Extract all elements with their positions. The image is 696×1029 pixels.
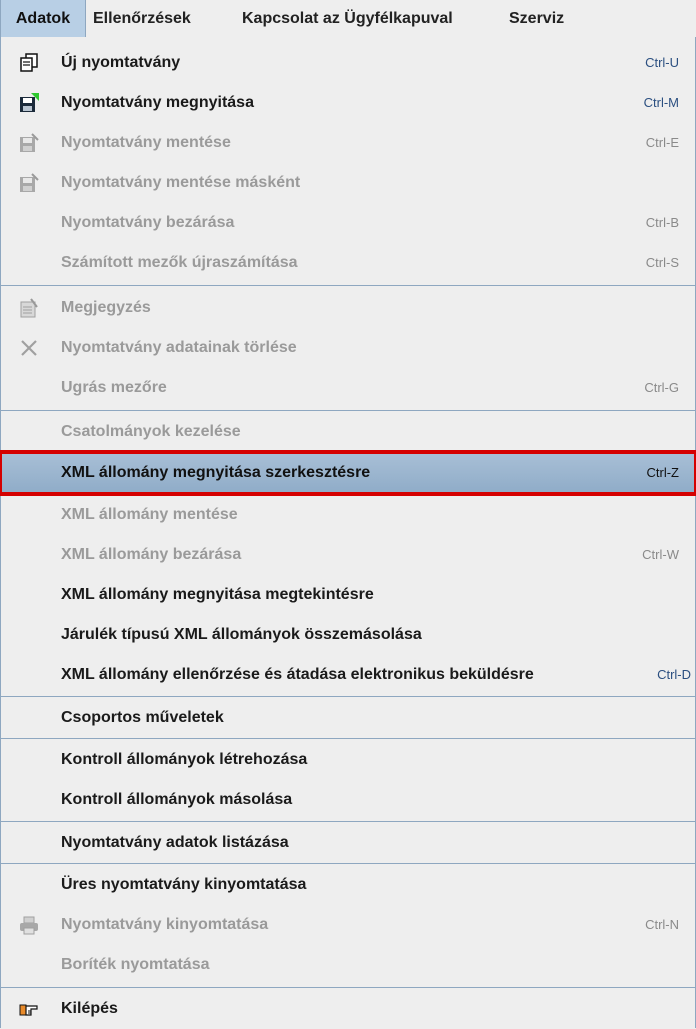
menu-item-close-form[interactable]: Nyomtatvány bezárása Ctrl-B — [1, 203, 695, 243]
menu-item-label: Nyomtatvány mentése másként — [61, 174, 301, 191]
menu-item-label: Nyomtatvány mentése — [61, 134, 231, 151]
menu-separator — [1, 821, 695, 822]
menu-item-print-form[interactable]: Nyomtatvány kinyomtatása Ctrl-N — [1, 905, 695, 945]
menu-bar: Adatok Ellenőrzések Kapcsolat az Ügyfélk… — [0, 0, 696, 38]
menu-separator — [1, 987, 695, 988]
menu-item-save-as[interactable]: Nyomtatvány mentése másként — [1, 163, 695, 203]
shortcut: Ctrl-G — [644, 380, 679, 395]
menu-item-label: Számított mezők újraszámítása — [61, 254, 298, 271]
menu-item-label: Csoportos műveletek — [61, 709, 224, 726]
menu-item-xml-open-edit[interactable]: XML állomány megnyitása szerkesztésre Ct… — [0, 450, 696, 496]
menu-separator — [1, 738, 695, 739]
menu-separator — [1, 863, 695, 864]
menu-item-print-empty-form[interactable]: Üres nyomtatvány kinyomtatása — [1, 865, 695, 905]
delete-icon — [21, 340, 37, 356]
shortcut: Ctrl-U — [645, 55, 679, 70]
menu-item-list-form-data[interactable]: Nyomtatvány adatok listázása — [1, 823, 695, 863]
menu-item-control-create[interactable]: Kontroll állományok létrehozása — [1, 740, 695, 780]
menu-separator — [1, 410, 695, 411]
menu-item-label: Kontroll állományok másolása — [61, 791, 293, 808]
menu-item-label: Csatolmányok kezelése — [61, 423, 241, 440]
menu-item-note[interactable]: Megjegyzés — [1, 288, 695, 328]
menu-adatok[interactable]: Adatok — [0, 0, 86, 38]
open-form-icon — [20, 93, 39, 112]
shortcut: Ctrl-M — [643, 95, 679, 110]
shortcut: Ctrl-N — [645, 917, 679, 932]
menu-item-xml-save[interactable]: XML állomány mentése — [1, 495, 695, 535]
menu-item-exit[interactable]: Kilépés — [1, 989, 695, 1029]
menu-item-batch-operations[interactable]: Csoportos műveletek — [1, 698, 695, 738]
menu-item-label: Nyomtatvány adatok listázása — [61, 834, 289, 851]
menu-item-label: XML állomány mentése — [61, 506, 238, 523]
menu-separator — [1, 696, 695, 697]
exit-hand-icon — [19, 1004, 38, 1016]
menu-item-label: Járulék típusú XML állományok összemásol… — [61, 626, 422, 643]
menu-item-xml-merge[interactable]: Járulék típusú XML állományok összemásol… — [1, 615, 695, 655]
menu-item-label: Nyomtatvány kinyomtatása — [61, 916, 269, 933]
menu-ellenorzesek[interactable]: Ellenőrzések — [93, 0, 191, 37]
menu-item-label: Kontroll állományok létrehozása — [61, 751, 308, 768]
menu-item-attachments[interactable]: Csatolmányok kezelése — [1, 412, 695, 452]
shortcut: Ctrl-W — [642, 547, 679, 562]
menu-separator — [1, 285, 695, 286]
printer-icon — [20, 916, 38, 935]
menu-item-print-envelope[interactable]: Boríték nyomtatása — [1, 945, 695, 985]
shortcut: Ctrl-D — [657, 667, 691, 682]
menu-item-goto-field[interactable]: Ugrás mezőre Ctrl-G — [1, 368, 695, 408]
menu-item-open-form[interactable]: Nyomtatvány megnyitása Ctrl-M — [1, 83, 695, 123]
menu-item-recalculate[interactable]: Számított mezők újraszámítása Ctrl-S — [1, 243, 695, 283]
menu-item-xml-close[interactable]: XML állomány bezárása Ctrl-W — [1, 535, 695, 575]
menu-item-label: Új nyomtatvány — [61, 54, 181, 71]
menu-separator — [1, 451, 695, 452]
menu-item-label: Boríték nyomtatása — [61, 956, 210, 973]
shortcut: Ctrl-S — [645, 255, 679, 270]
menu-item-control-copy[interactable]: Kontroll állományok másolása — [1, 780, 695, 820]
save-as-icon — [20, 173, 39, 192]
save-form-icon — [20, 133, 39, 152]
menu-item-label: Nyomtatvány megnyitása — [61, 94, 254, 111]
menu-item-save-form[interactable]: Nyomtatvány mentése Ctrl-E — [1, 123, 695, 163]
shortcut: Ctrl-B — [645, 215, 679, 230]
menu-kapcsolat-ugyfelkapu[interactable]: Kapcsolat az Ügyfélkapuval — [242, 0, 453, 37]
menu-item-label: Üres nyomtatvány kinyomtatása — [61, 876, 307, 893]
adatok-dropdown-menu: Új nyomtatvány Ctrl-U Nyomtatvány megnyi… — [0, 37, 696, 1028]
menu-item-new-form[interactable]: Új nyomtatvány Ctrl-U — [1, 43, 695, 83]
menu-szerviz[interactable]: Szerviz — [509, 0, 564, 37]
shortcut: Ctrl-Z — [646, 465, 680, 480]
menu-item-label: Nyomtatvány adatainak törlése — [61, 339, 297, 356]
menu-item-label: Megjegyzés — [61, 299, 151, 316]
menu-item-label: Nyomtatvány bezárása — [61, 214, 235, 231]
menu-item-delete-data[interactable]: Nyomtatvány adatainak törlése — [1, 328, 695, 368]
new-form-icon — [20, 53, 38, 72]
menu-item-label: Kilépés — [61, 1000, 118, 1017]
menu-item-xml-check-submit[interactable]: XML állomány ellenőrzése és átadása elek… — [1, 655, 695, 695]
note-icon — [20, 298, 38, 318]
shortcut: Ctrl-E — [645, 135, 679, 150]
menu-item-label: XML állomány ellenőrzése és átadása elek… — [61, 666, 534, 683]
menu-item-label: XML állomány bezárása — [61, 546, 242, 563]
menu-item-label: Ugrás mezőre — [61, 379, 167, 396]
menu-item-xml-open-view[interactable]: XML állomány megnyitása megtekintésre — [1, 575, 695, 615]
menu-item-label: XML állomány megnyitása megtekintésre — [61, 586, 374, 603]
menu-item-label: XML állomány megnyitása szerkesztésre — [61, 464, 371, 481]
